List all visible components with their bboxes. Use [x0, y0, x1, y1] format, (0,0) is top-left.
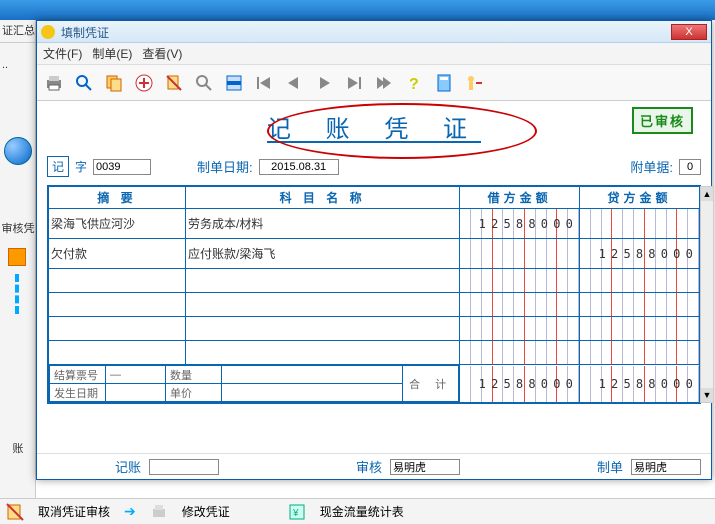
- window-title: 填制凭证: [61, 23, 671, 41]
- preview-icon[interactable]: [71, 70, 97, 96]
- approved-stamp: 已审核: [632, 107, 693, 134]
- last-icon[interactable]: [341, 70, 367, 96]
- menu-view[interactable]: 查看(V): [142, 45, 182, 62]
- left-text-mid: 审核凭: [0, 220, 36, 236]
- table-row[interactable]: 欠付款 应付账款/梁海飞 12588000: [49, 239, 700, 269]
- modify-button[interactable]: 修改凭证: [182, 503, 230, 520]
- ticket-label: 结算票号: [50, 366, 106, 384]
- voucher-type-label: 记: [52, 158, 64, 175]
- left-globe-icon[interactable]: [4, 137, 32, 165]
- qty-value[interactable]: [222, 366, 403, 384]
- titlebar: 填制凭证 X: [37, 21, 711, 43]
- scroll-up-icon[interactable]: ▲: [701, 187, 713, 201]
- cell-subject[interactable]: 应付账款/梁海飞: [186, 239, 460, 269]
- audit-label: 审核: [356, 457, 382, 476]
- price-label: 单价: [166, 384, 222, 402]
- cell-credit[interactable]: 12588000: [580, 239, 700, 269]
- cell-subject[interactable]: 劳务成本/材料: [186, 209, 460, 239]
- total-label: 合 计: [403, 366, 459, 402]
- toolbar: ?: [37, 65, 711, 101]
- cell-debit[interactable]: 12588000: [460, 209, 580, 239]
- total-credit: 12588000: [580, 365, 700, 403]
- add-icon[interactable]: [131, 70, 157, 96]
- first-icon[interactable]: [251, 70, 277, 96]
- date-input[interactable]: [259, 159, 339, 175]
- header-debit: 借方金额: [460, 187, 580, 209]
- close-button[interactable]: X: [671, 24, 707, 40]
- cashflow-icon[interactable]: ¥: [288, 503, 306, 521]
- occur-date-value[interactable]: [106, 384, 166, 402]
- table-scrollbar[interactable]: ▲ ▼: [700, 186, 714, 403]
- ticket-value[interactable]: —: [106, 366, 166, 384]
- print-icon[interactable]: [41, 70, 67, 96]
- qty-label: 数量: [166, 366, 222, 384]
- end-icon[interactable]: [371, 70, 397, 96]
- arrow-right-icon: ➔: [124, 503, 136, 520]
- table-row[interactable]: [49, 293, 700, 317]
- voucher-type-char: 字: [75, 158, 87, 175]
- voucher-title: 记 账 凭 证: [47, 109, 701, 144]
- scroll-down-icon[interactable]: ▼: [701, 388, 713, 402]
- cell-debit[interactable]: [460, 239, 580, 269]
- find-icon[interactable]: [191, 70, 217, 96]
- voucher-footer: 记账 审核 制单: [37, 453, 711, 479]
- total-debit: 12588000: [460, 365, 580, 403]
- header-summary: 摘 要: [49, 187, 186, 209]
- attach-label: 附单据:: [630, 157, 673, 176]
- audit-value[interactable]: [390, 459, 460, 475]
- table-row[interactable]: [49, 341, 700, 365]
- table-row[interactable]: 梁海飞供应河沙 劳务成本/材料 12588000: [49, 209, 700, 239]
- modify-icon[interactable]: [150, 503, 168, 521]
- left-dots: ..: [0, 57, 35, 71]
- left-text-bottom: 账: [0, 440, 36, 456]
- table-row[interactable]: [49, 317, 700, 341]
- header-subject: 科 目 名 称: [186, 187, 460, 209]
- app-icon: [41, 25, 55, 39]
- left-text-top: 证汇总: [0, 20, 35, 38]
- voucher-number-input[interactable]: [93, 159, 151, 175]
- cancel-audit-icon[interactable]: [6, 503, 24, 521]
- cell-summary[interactable]: 欠付款: [49, 239, 186, 269]
- occur-date-label: 发生日期: [50, 384, 106, 402]
- menubar: 文件(F) 制单(E) 查看(V): [37, 43, 711, 65]
- voucher-dialog: 填制凭证 X 文件(F) 制单(E) 查看(V) ? 已审核 记 账 凭 证 记…: [36, 20, 712, 480]
- menu-make[interactable]: 制单(E): [92, 45, 132, 62]
- copy-icon[interactable]: [101, 70, 127, 96]
- cashflow-button[interactable]: 现金流量统计表: [320, 503, 404, 520]
- left-dash-icon: [15, 274, 19, 314]
- price-value[interactable]: [222, 384, 403, 402]
- prev-icon[interactable]: [281, 70, 307, 96]
- insert-icon[interactable]: [221, 70, 247, 96]
- help-icon[interactable]: ?: [401, 70, 427, 96]
- calc-icon[interactable]: [431, 70, 457, 96]
- attach-input[interactable]: [679, 159, 701, 175]
- post-value[interactable]: [149, 459, 219, 475]
- bottom-actions: 取消凭证审核 ➔ 修改凭证 ¥ 现金流量统计表: [0, 498, 715, 524]
- next-icon[interactable]: [311, 70, 337, 96]
- left-badge-icon[interactable]: [8, 248, 26, 266]
- menu-file[interactable]: 文件(F): [43, 45, 82, 62]
- svg-text:¥: ¥: [292, 508, 299, 519]
- delete-icon[interactable]: [161, 70, 187, 96]
- header-credit: 贷方金额: [580, 187, 700, 209]
- maker-value[interactable]: [631, 459, 701, 475]
- cancel-audit-button[interactable]: 取消凭证审核: [38, 503, 110, 520]
- voucher-type-box: 记: [47, 156, 69, 177]
- cell-credit[interactable]: [580, 209, 700, 239]
- maker-label: 制单: [597, 457, 623, 476]
- post-label: 记账: [115, 457, 141, 476]
- date-label: 制单日期:: [197, 157, 253, 176]
- table-row[interactable]: [49, 269, 700, 293]
- exit-icon[interactable]: [461, 70, 487, 96]
- svg-text:?: ?: [409, 76, 419, 93]
- cell-summary[interactable]: 梁海飞供应河沙: [49, 209, 186, 239]
